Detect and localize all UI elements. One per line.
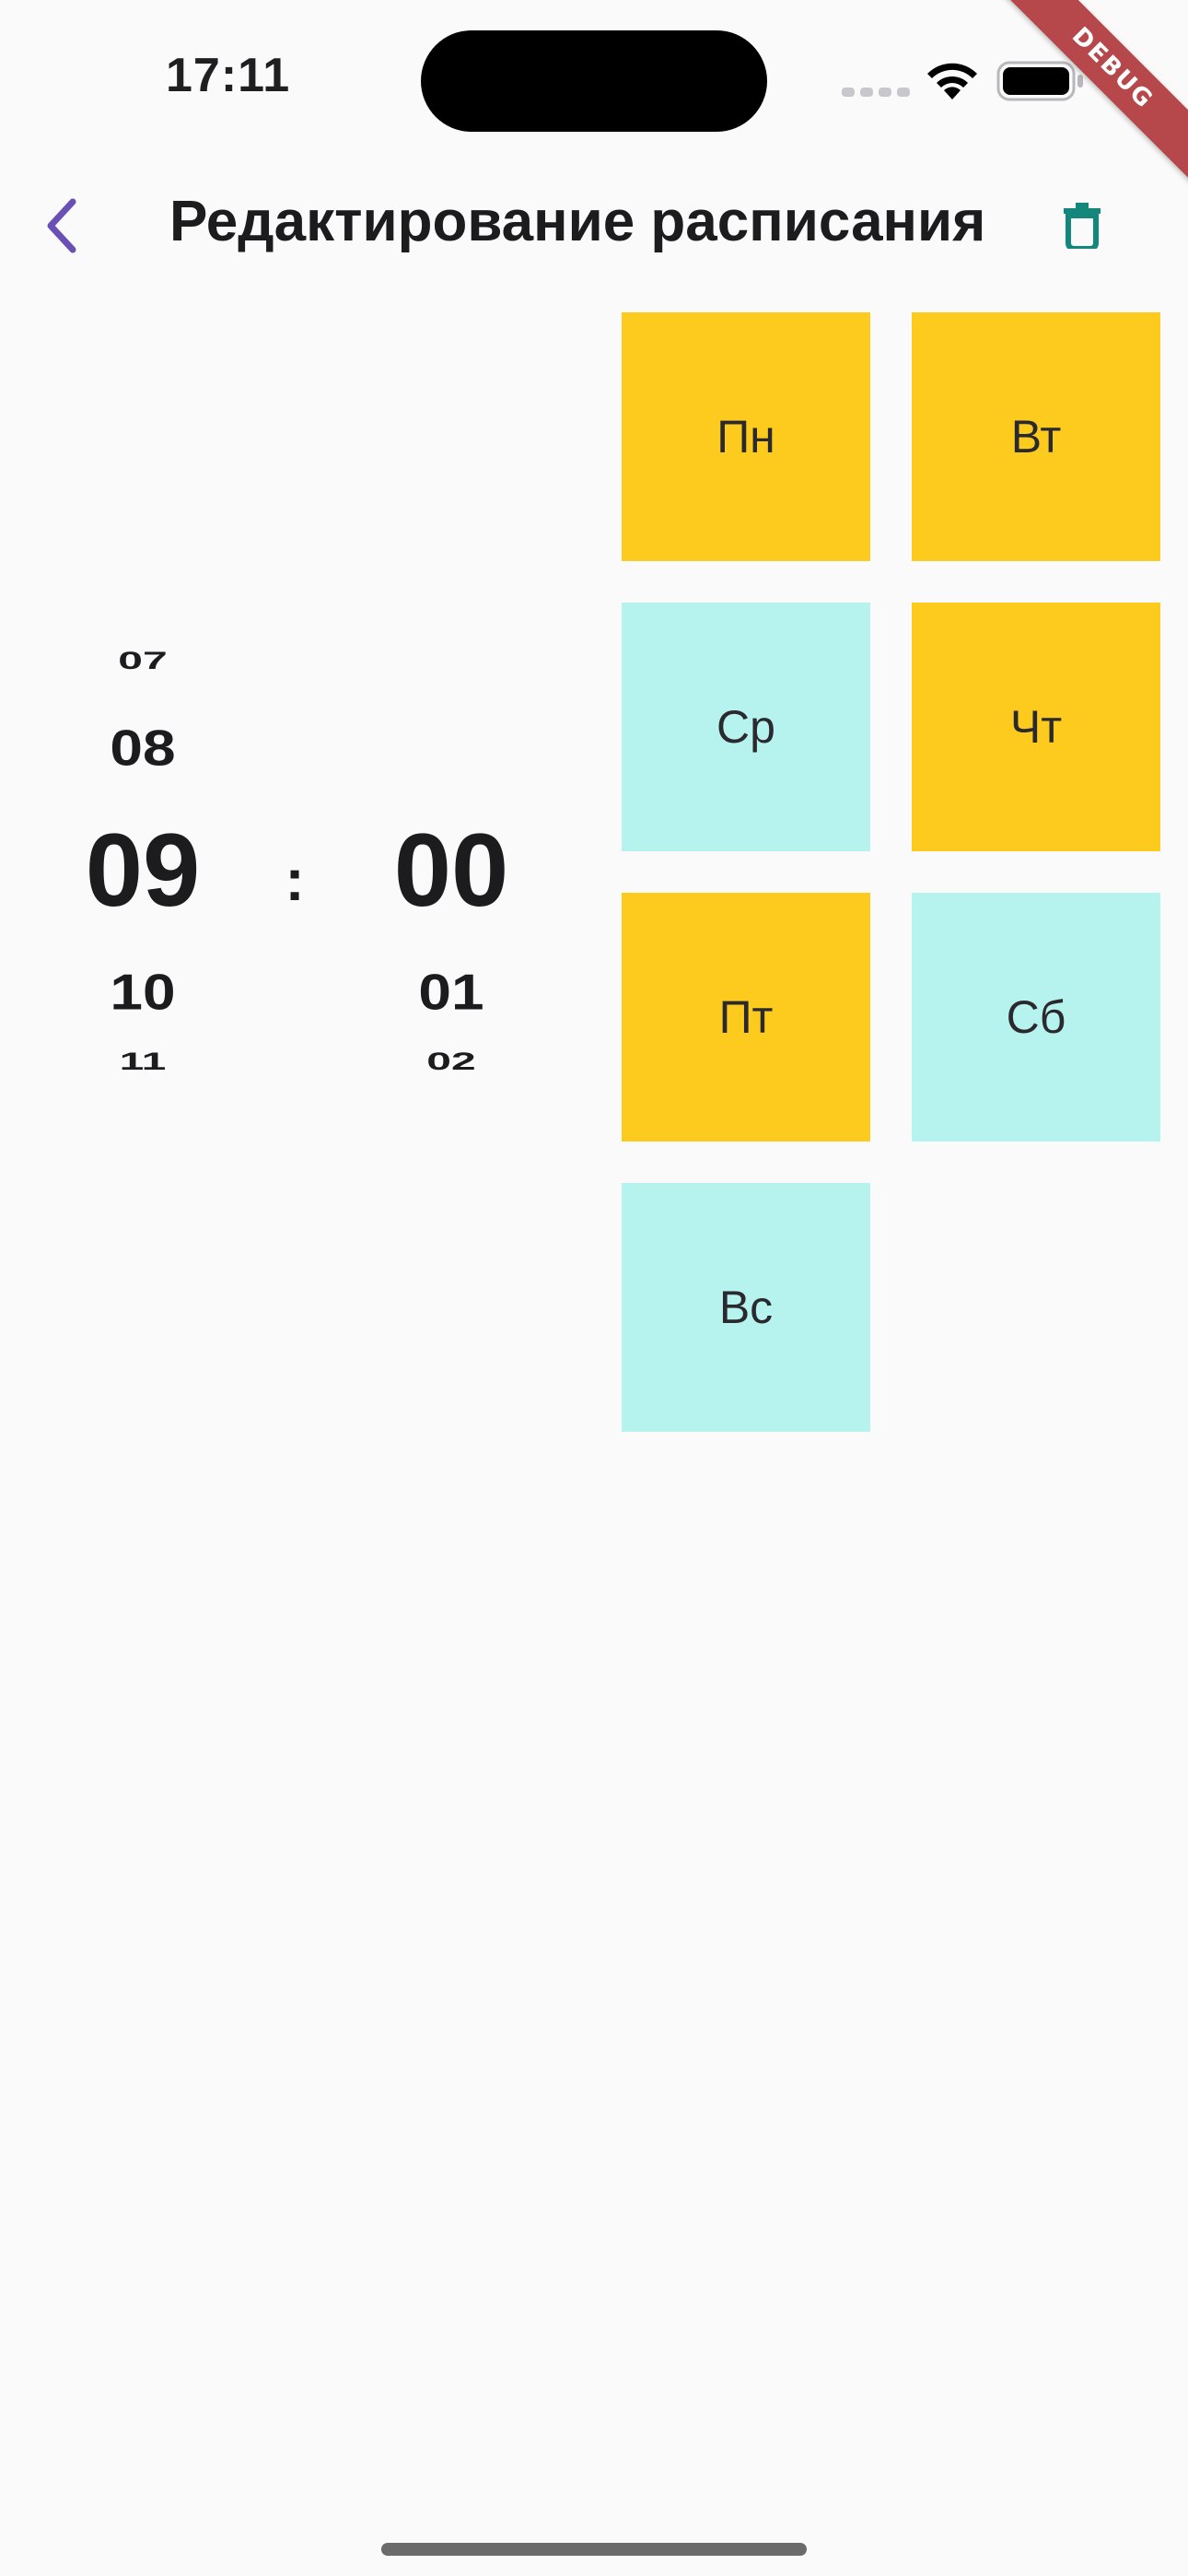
trash-icon	[1064, 203, 1101, 249]
hour-option[interactable]: 10	[32, 964, 253, 1022]
status-time: 17:11	[166, 49, 291, 102]
day-tile-wed[interactable]: Ср	[622, 603, 870, 851]
hour-option[interactable]: 07	[32, 647, 253, 674]
time-separator: :	[285, 847, 305, 913]
back-button[interactable]	[20, 184, 103, 267]
chevron-left-icon	[47, 198, 76, 253]
minute-option[interactable]: 02	[341, 1048, 562, 1075]
minute-wheel[interactable]: 00 01 02	[341, 608, 562, 1124]
day-tile-sat[interactable]: Сб	[912, 893, 1160, 1142]
battery-icon	[996, 61, 1083, 101]
day-tile-sun[interactable]: Вс	[622, 1183, 870, 1432]
page-title: Редактирование расписания	[169, 190, 986, 253]
day-tile-thu[interactable]: Чт	[912, 603, 1160, 851]
cellular-signal-icon	[842, 88, 910, 97]
wifi-icon	[927, 63, 977, 100]
hour-wheel[interactable]: 07 08 09 10 11	[32, 608, 253, 1124]
day-tile-mon[interactable]: Пн	[622, 312, 870, 561]
hour-option[interactable]: 11	[32, 1048, 253, 1075]
dynamic-island	[421, 30, 767, 132]
delete-button[interactable]	[1041, 184, 1124, 267]
selected-minute[interactable]: 00	[341, 811, 562, 930]
hour-option[interactable]: 08	[32, 720, 253, 778]
home-indicator	[381, 2543, 807, 2556]
day-tile-tue[interactable]: Вт	[912, 312, 1160, 561]
minute-option[interactable]: 01	[341, 964, 562, 1022]
time-picker: 07 08 09 10 11 : 00 01 02	[0, 608, 599, 1124]
selected-hour[interactable]: 09	[32, 811, 253, 930]
day-tile-fri[interactable]: Пт	[622, 893, 870, 1142]
